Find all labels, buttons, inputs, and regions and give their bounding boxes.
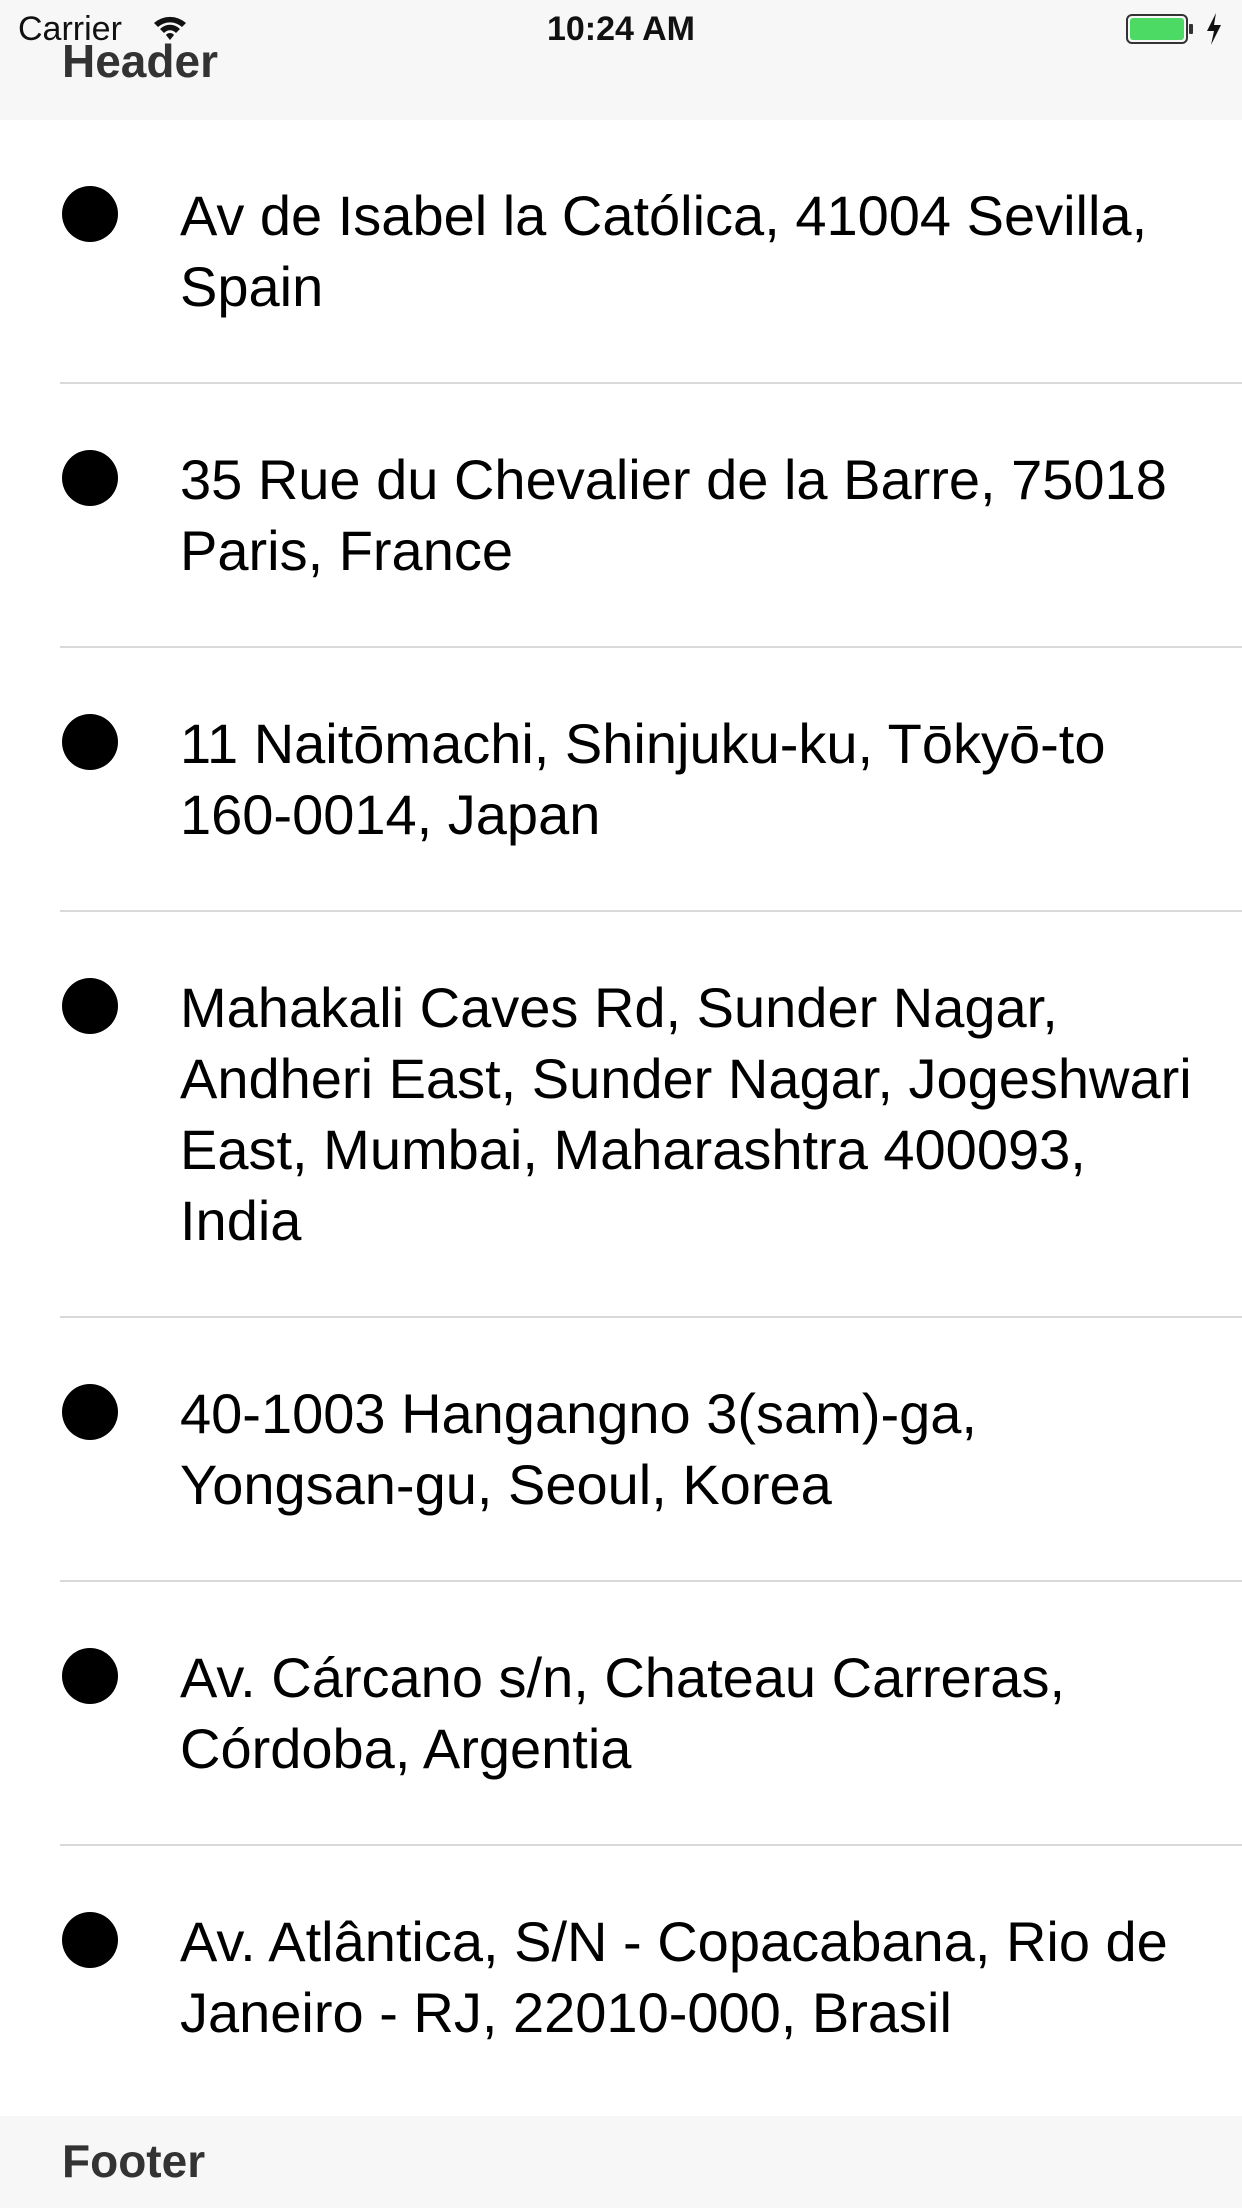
list-item[interactable]: Av. Cárcano s/n, Chateau Carreras, Córdo…: [0, 1582, 1242, 1846]
footer-title: Footer: [62, 2135, 206, 2187]
bullet-dot-icon: [62, 1912, 118, 1968]
list-item[interactable]: Av de Isabel la Católica, 41004 Sevilla,…: [0, 120, 1242, 384]
bullet-dot-icon: [62, 714, 118, 770]
list-item[interactable]: 11 Naitōmachi, Shinjuku-ku, Tōkyō-to 160…: [0, 648, 1242, 912]
address-text: 11 Naitōmachi, Shinjuku-ku, Tōkyō-to 160…: [180, 712, 1106, 846]
battery-icon: [1126, 14, 1193, 44]
charging-icon: [1207, 13, 1221, 45]
status-time: 10:24 AM: [546, 10, 696, 48]
bullet-dot-icon: [62, 186, 118, 242]
address-list[interactable]: Av de Isabel la Católica, 41004 Sevilla,…: [0, 120, 1242, 2110]
footer-bar: Footer: [0, 2116, 1242, 2208]
status-bar: Carrier 10:24 AM: [0, 0, 1242, 60]
address-text: Av de Isabel la Católica, 41004 Sevilla,…: [180, 184, 1148, 318]
bullet-dot-icon: [62, 1384, 118, 1440]
list-item[interactable]: Av. Atlântica, S/N - Copacabana, Rio de …: [0, 1846, 1242, 2110]
list-item[interactable]: 40-1003 Hangangno 3(sam)-ga, Yongsan-gu,…: [0, 1318, 1242, 1582]
bullet-dot-icon: [62, 1648, 118, 1704]
address-text: 35 Rue du Chevalier de la Barre, 75018 P…: [180, 448, 1167, 582]
list-item[interactable]: 35 Rue du Chevalier de la Barre, 75018 P…: [0, 384, 1242, 648]
bullet-dot-icon: [62, 450, 118, 506]
address-text: 40-1003 Hangangno 3(sam)-ga, Yongsan-gu,…: [180, 1382, 977, 1516]
bullet-dot-icon: [62, 978, 118, 1034]
address-text: Av. Atlântica, S/N - Copacabana, Rio de …: [180, 1910, 1168, 2044]
list-item[interactable]: Mahakali Caves Rd, Sunder Nagar, Andheri…: [0, 912, 1242, 1318]
address-text: Mahakali Caves Rd, Sunder Nagar, Andheri…: [180, 976, 1192, 1252]
address-text: Av. Cárcano s/n, Chateau Carreras, Córdo…: [180, 1646, 1066, 1780]
